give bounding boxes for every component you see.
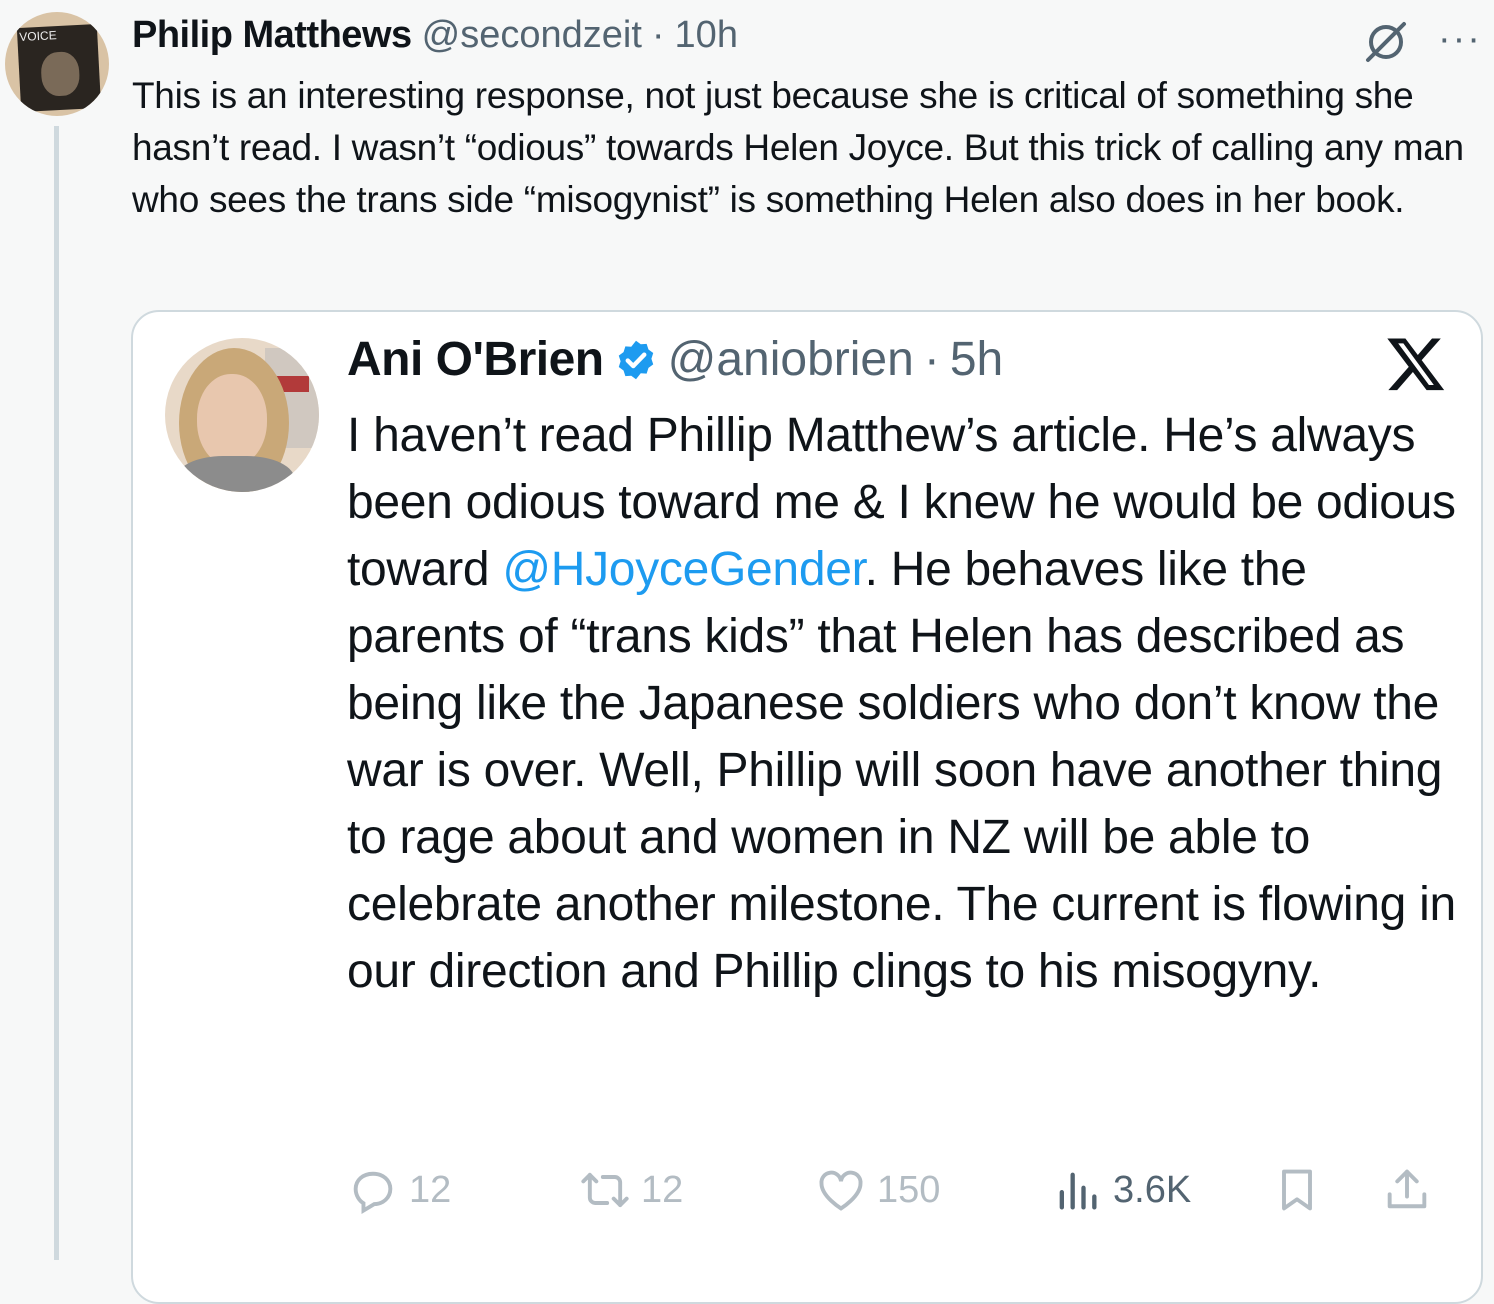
verified-badge-icon bbox=[618, 340, 653, 379]
quoted-author-handle[interactable]: @aniobrien bbox=[668, 332, 914, 387]
avatar-face bbox=[197, 374, 267, 466]
bookmark-button[interactable] bbox=[1271, 1164, 1323, 1216]
grok-icon[interactable] bbox=[1364, 20, 1408, 64]
thread-connector-line bbox=[54, 126, 59, 1260]
avatar-album-cover: VOICE bbox=[16, 23, 102, 113]
quoted-author-avatar[interactable] bbox=[165, 338, 319, 492]
share-button[interactable] bbox=[1381, 1164, 1433, 1216]
reply-icon bbox=[353, 1171, 393, 1215]
repost-icon bbox=[581, 1172, 629, 1208]
like-heart-icon bbox=[819, 1170, 863, 1211]
avatar-album-face bbox=[40, 50, 81, 97]
like-count: 150 bbox=[877, 1168, 941, 1211]
repost-button[interactable]: 12 bbox=[579, 1164, 683, 1216]
author-avatar[interactable]: VOICE bbox=[5, 12, 109, 116]
tweet-timestamp[interactable]: 10h bbox=[675, 14, 738, 57]
author-handle[interactable]: @secondzeit bbox=[422, 14, 642, 57]
author-name[interactable]: Philip Matthews bbox=[132, 14, 412, 57]
header-separator: · bbox=[651, 14, 665, 56]
avatar-album-text: VOICE bbox=[18, 28, 57, 45]
reply-button[interactable]: 12 bbox=[347, 1164, 451, 1216]
x-logo-icon bbox=[1387, 338, 1445, 391]
more-options-icon[interactable]: ··· bbox=[1438, 18, 1482, 61]
views-chart-icon bbox=[1059, 1172, 1097, 1210]
quoted-tweet-card[interactable]: Ani O'Brien @aniobrien · 5h I haven’t re… bbox=[131, 310, 1483, 1304]
quoted-tweet-timestamp[interactable]: 5h bbox=[950, 332, 1003, 387]
bookmark-icon bbox=[1282, 1169, 1312, 1211]
mention-link[interactable]: @HJoyceGender bbox=[502, 543, 865, 596]
quoted-tweet-text: I haven’t read Phillip Matthew’s article… bbox=[347, 402, 1457, 1005]
quoted-text-part-2: . He behaves like the parents of “trans … bbox=[347, 543, 1456, 998]
quoted-tweet-actions: 12 12 150 3.6K bbox=[347, 1164, 1447, 1220]
quoted-header-separator: · bbox=[923, 333, 940, 386]
tweet-text: This is an interesting response, not jus… bbox=[132, 75, 1464, 220]
repost-count: 12 bbox=[641, 1168, 684, 1211]
avatar-shirt bbox=[175, 456, 295, 492]
views-button[interactable]: 3.6K bbox=[1051, 1164, 1191, 1216]
quoted-author-name[interactable]: Ani O'Brien bbox=[347, 332, 604, 387]
reply-count: 12 bbox=[409, 1168, 452, 1211]
tweet-header: Philip Matthews @secondzeit · 10h bbox=[132, 14, 738, 62]
share-icon bbox=[1387, 1169, 1427, 1209]
view-count: 3.6K bbox=[1113, 1168, 1192, 1211]
quoted-tweet-header: Ani O'Brien @aniobrien · 5h bbox=[347, 332, 1003, 387]
like-button[interactable]: 150 bbox=[815, 1164, 940, 1216]
